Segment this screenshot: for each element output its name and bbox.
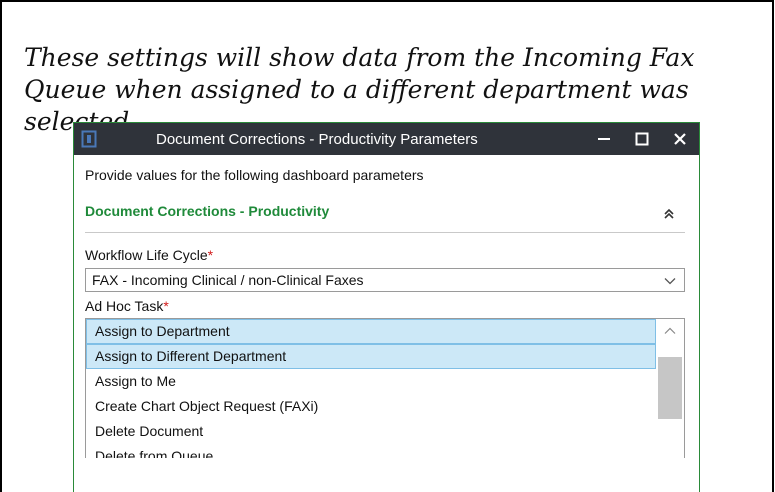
workflow-label-text: Workflow Life Cycle <box>85 247 208 263</box>
scrollbar-thumb[interactable] <box>658 357 682 419</box>
close-icon[interactable] <box>661 123 699 155</box>
dialog-title: Document Corrections - Productivity Para… <box>156 130 478 148</box>
required-marker: * <box>163 298 169 314</box>
app-icon <box>74 123 104 155</box>
title-bar[interactable]: Document Corrections - Productivity Para… <box>74 123 699 155</box>
adhoc-label-text: Ad Hoc Task <box>85 298 164 314</box>
adhoc-listbox[interactable]: Assign to Department Assign to Different… <box>85 318 685 458</box>
required-marker: * <box>207 247 214 263</box>
list-item[interactable]: Create Chart Object Request (FAXi) <box>86 394 656 419</box>
workflow-select[interactable]: FAX - Incoming Clinical / non-Clinical F… <box>85 268 685 292</box>
list-item[interactable]: Delete Document <box>86 419 656 444</box>
instructions-text: Provide values for the following dashboa… <box>85 167 424 183</box>
minimize-icon[interactable] <box>585 123 623 155</box>
section-header[interactable]: Document Corrections - Productivity <box>85 200 685 233</box>
parameters-dialog: Document Corrections - Productivity Para… <box>73 122 700 492</box>
list-item[interactable]: Delete from Queue <box>86 444 656 458</box>
section-title: Document Corrections - Productivity <box>85 203 330 219</box>
adhoc-label: Ad Hoc Task* <box>85 298 691 314</box>
maximize-icon[interactable] <box>623 123 661 155</box>
list-item[interactable]: Assign to Department <box>86 319 656 344</box>
list-item[interactable]: Assign to Different Department <box>86 344 656 369</box>
list-item[interactable]: Assign to Me <box>86 369 656 394</box>
workflow-selected-value: FAX - Incoming Clinical / non-Clinical F… <box>92 272 364 288</box>
chevron-up-icon[interactable] <box>656 319 684 343</box>
workflow-label: Workflow Life Cycle* <box>85 247 691 263</box>
double-chevron-up-icon[interactable] <box>661 206 677 222</box>
chevron-down-icon <box>664 272 676 288</box>
listbox-scrollbar[interactable] <box>656 319 684 458</box>
